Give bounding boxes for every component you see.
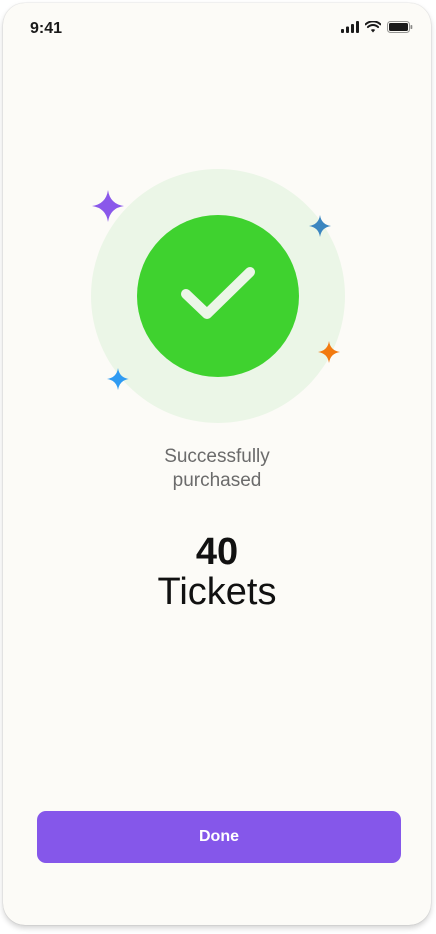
status-icons [341, 20, 413, 38]
sparkle-steelblue-icon [309, 215, 331, 242]
ticket-unit: Tickets [157, 571, 277, 613]
checkmark-icon [178, 264, 258, 329]
wifi-icon [364, 20, 382, 38]
sparkle-blue-icon [107, 368, 129, 395]
battery-icon [387, 20, 413, 38]
success-circle [137, 215, 299, 377]
success-message-line2: purchased [172, 470, 262, 491]
success-message: Successfully purchased [3, 445, 431, 493]
done-button[interactable]: Done [37, 811, 401, 863]
status-time: 9:41 [30, 20, 63, 37]
phone-screen: 9:41 Successfully purchased 40 Tickets D… [3, 3, 431, 925]
sparkle-orange-icon [318, 341, 340, 368]
ticket-count: 40 [195, 531, 239, 573]
status-bar: 9:41 [3, 3, 431, 51]
success-illustration [91, 169, 345, 423]
signal-icon [341, 20, 359, 38]
sparkle-purple-icon [92, 190, 124, 227]
success-message-line1: Successfully [164, 446, 270, 467]
